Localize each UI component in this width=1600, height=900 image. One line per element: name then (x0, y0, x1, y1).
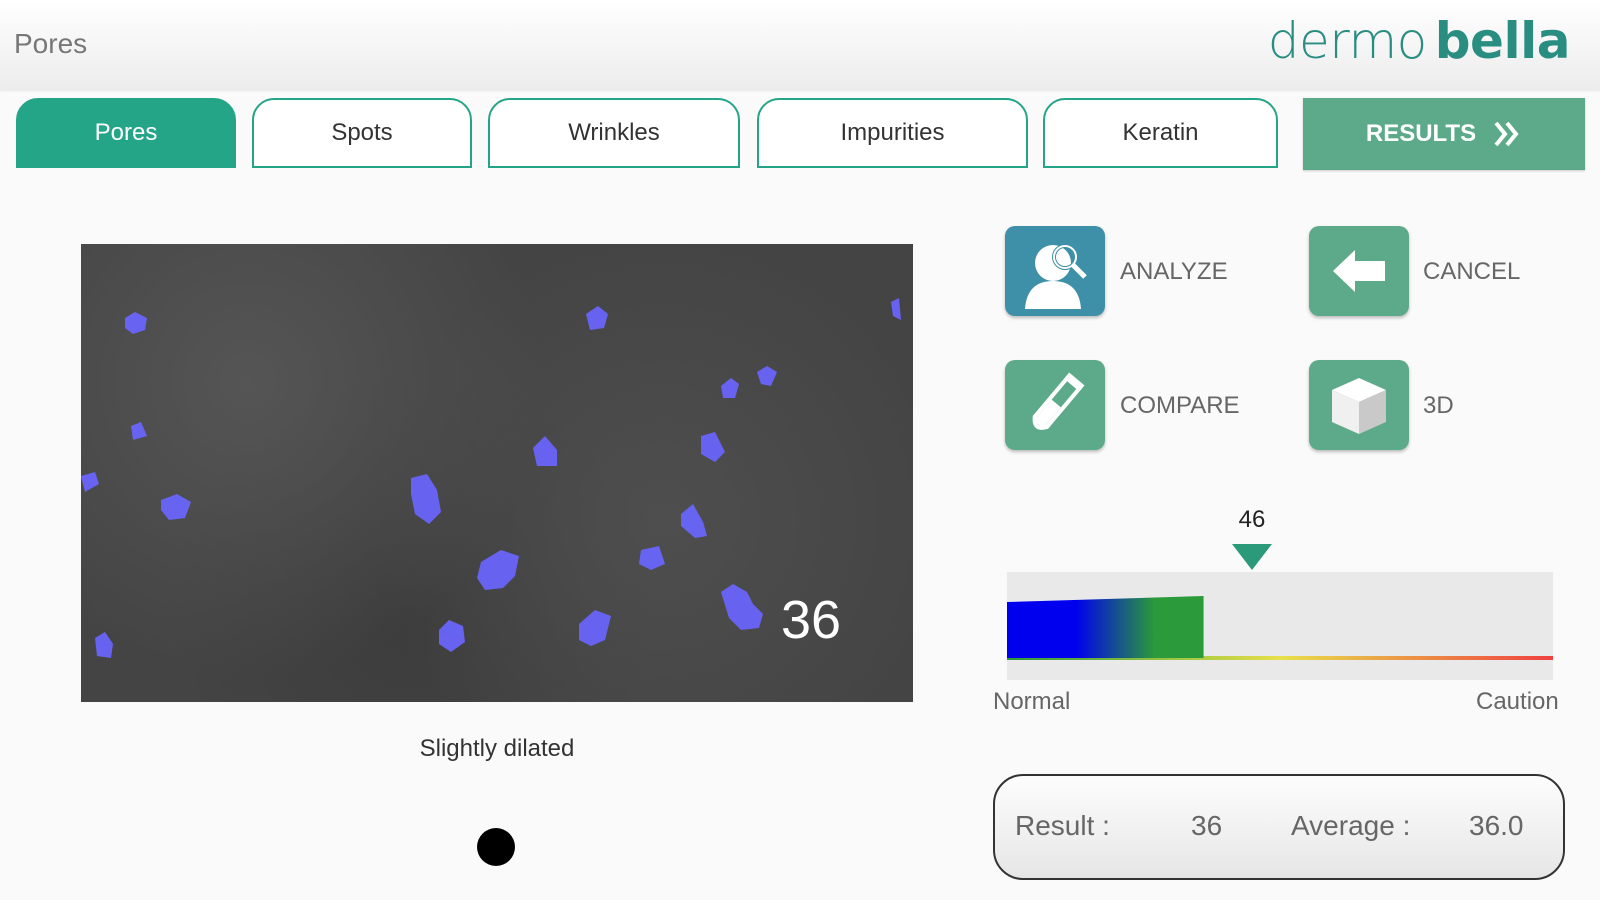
result-caption: Slightly dilated (419, 735, 575, 762)
skin-analysis-image: 36 (81, 244, 913, 702)
pore-marker (639, 546, 665, 570)
pore-marker (81, 472, 99, 492)
average-value: 36.0 (1469, 810, 1524, 841)
tab-label: Wrinkles (568, 119, 660, 146)
person-magnifier-icon (1025, 244, 1087, 309)
pore-marker (891, 298, 901, 320)
pore-marker (701, 432, 725, 462)
results-label: RESULTS (1365, 120, 1477, 147)
pore-marker (757, 366, 777, 386)
compare-label: COMPARE (1120, 392, 1240, 419)
pore-marker (533, 436, 557, 466)
logo-secondary: bella (1434, 12, 1571, 70)
gauge-value: 46 (1238, 506, 1266, 533)
cube-icon (1332, 378, 1386, 434)
gauge-fill (1007, 596, 1204, 658)
double-chevron-right-icon (1494, 121, 1519, 147)
app-header: Pores dermo bella (0, 0, 1600, 90)
pore-marker (721, 584, 763, 630)
compare-button[interactable] (1005, 360, 1105, 450)
pore-marker (579, 610, 611, 646)
average-label: Average : (1291, 810, 1411, 841)
gauge-pointer-icon (1232, 544, 1272, 570)
logo-primary: dermo (1267, 12, 1427, 70)
3d-label: 3D (1423, 392, 1454, 419)
pore-marker (681, 504, 707, 538)
pore-marker (439, 620, 465, 652)
pore-marker (586, 306, 608, 330)
results-button[interactable]: RESULTS (1303, 98, 1585, 170)
test-tube-icon (1032, 372, 1085, 430)
cancel-label: CANCEL (1423, 258, 1521, 285)
pore-marker (161, 494, 191, 520)
tab-label: Pores (94, 119, 158, 146)
gauge-bar (1007, 572, 1553, 680)
3d-button[interactable] (1309, 360, 1409, 450)
pore-marker (477, 550, 519, 590)
result-summary: Result : 36 Average : 36.0 (993, 774, 1565, 880)
tab-pores[interactable]: Pores (16, 98, 236, 168)
page-indicator-dot[interactable] (477, 828, 515, 866)
overlay-score: 36 (781, 590, 842, 650)
dermobella-logo: dermo bella (1267, 12, 1571, 70)
cancel-button[interactable] (1309, 226, 1409, 316)
tab-wrinkles[interactable]: Wrinkles (488, 98, 740, 168)
analyze-label: ANALYZE (1120, 258, 1228, 285)
pore-marker (125, 312, 147, 334)
tab-label: Spots (331, 119, 393, 146)
tab-spots[interactable]: Spots (252, 98, 472, 168)
gauge-min-label: Normal (993, 688, 1071, 715)
result-label: Result : (1015, 810, 1110, 841)
pore-marker (721, 378, 739, 398)
tab-label: Impurities (840, 119, 945, 146)
tab-keratin[interactable]: Keratin (1043, 98, 1278, 168)
gauge-max-label: Caution (1476, 688, 1559, 715)
pore-marker (411, 474, 441, 524)
pore-marker (131, 422, 147, 440)
result-value: 36 (1191, 810, 1223, 841)
back-arrow-icon (1333, 250, 1385, 292)
tab-impurities[interactable]: Impurities (757, 98, 1028, 168)
page-title: Pores (14, 28, 88, 59)
gauge-graphic (1007, 596, 1553, 660)
tab-label: Keratin (1122, 119, 1199, 146)
pore-marker (95, 632, 113, 658)
analyze-button[interactable] (1005, 226, 1105, 316)
